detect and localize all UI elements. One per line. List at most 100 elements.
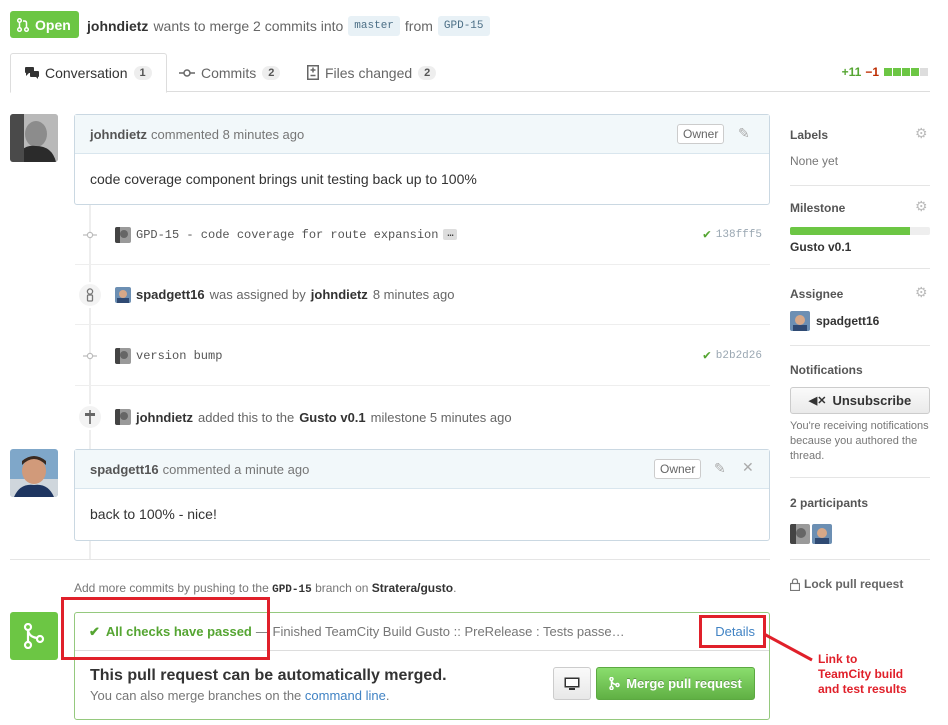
avatar-johndietz-small[interactable] bbox=[115, 226, 131, 243]
tab-conversation[interactable]: Conversation 1 bbox=[10, 53, 167, 93]
commit-sha-area: ✔ 138fff5 bbox=[703, 227, 762, 242]
tab-commits-label: Commits bbox=[201, 64, 257, 81]
timeline-milestone: johndietz added this to the Gusto v0.1 m… bbox=[75, 387, 770, 447]
gear-icon[interactable]: ⚙ bbox=[915, 284, 928, 301]
annotation-box-checks bbox=[61, 597, 270, 660]
diffstat-square bbox=[902, 68, 910, 76]
push-hint-repo[interactable]: Stratera/gusto bbox=[372, 581, 453, 595]
annotation-line-1: Link to bbox=[818, 652, 858, 666]
gear-icon[interactable]: ⚙ bbox=[915, 125, 928, 142]
comment-author[interactable]: johndietz bbox=[90, 127, 147, 142]
owner-badge: Owner bbox=[654, 459, 702, 479]
avatar-spadgett16-small[interactable] bbox=[115, 286, 131, 303]
command-line-link[interactable]: command line bbox=[305, 688, 386, 703]
commit-expand-button[interactable]: … bbox=[443, 229, 458, 240]
avatar-johndietz-small[interactable] bbox=[115, 347, 131, 364]
commit-sha-area: ✔ b2b2d26 bbox=[703, 348, 762, 363]
tab-files-changed[interactable]: Files changed 2 bbox=[293, 53, 450, 92]
annotation-arrow bbox=[763, 632, 813, 662]
push-hint-branch: GPD-15 bbox=[272, 584, 312, 596]
diffstat: +11 −1 bbox=[842, 65, 928, 79]
comment-spadgett16: spadgett16 commented a minute ago Owner … bbox=[74, 449, 770, 541]
annotation-text: Link to TeamCity build and test results bbox=[818, 652, 907, 697]
merge-title: This pull request can be automatically m… bbox=[90, 667, 447, 684]
milestone-suffix: milestone 5 minutes ago bbox=[370, 409, 512, 425]
lock-label: Lock pull request bbox=[804, 577, 904, 591]
commit-sha[interactable]: b2b2d26 bbox=[716, 350, 762, 362]
diffstat-square bbox=[920, 68, 928, 76]
mute-icon: ◀✕ bbox=[808, 395, 827, 407]
pencil-icon[interactable]: ✎ bbox=[714, 460, 726, 477]
tab-conversation-count: 1 bbox=[133, 66, 152, 80]
pr-tabs: Conversation 1 Commits 2 Files changed 2… bbox=[10, 53, 930, 93]
avatar-spadgett16[interactable] bbox=[10, 449, 58, 497]
commit-sha[interactable]: 138fff5 bbox=[716, 229, 762, 241]
commit-info: version bump bbox=[115, 347, 222, 364]
avatar-johndietz[interactable] bbox=[10, 114, 58, 162]
milestone-progress bbox=[790, 227, 930, 235]
assigner-link[interactable]: johndietz bbox=[311, 287, 368, 302]
push-hint: Add more commits by pushing to the GPD-1… bbox=[74, 581, 456, 596]
tab-files-count: 2 bbox=[418, 65, 437, 80]
pr-state-label: Open bbox=[35, 16, 71, 33]
gear-icon[interactable]: ⚙ bbox=[915, 198, 928, 215]
milestone-text: added this to the bbox=[198, 409, 295, 425]
open-in-desktop-button[interactable] bbox=[553, 667, 591, 700]
diffstat-square bbox=[911, 68, 919, 76]
git-commit-icon bbox=[83, 349, 97, 363]
sidebar-divider bbox=[790, 268, 930, 269]
milestone-actor-link[interactable]: johndietz bbox=[136, 410, 193, 425]
avatar-spadgett16-small bbox=[790, 311, 810, 331]
base-branch: master bbox=[348, 16, 400, 36]
tab-commits[interactable]: Commits 2 bbox=[165, 53, 294, 92]
commit-message[interactable]: GPD-15 - code coverage for route expansi… bbox=[136, 228, 438, 242]
push-hint-middle: branch on bbox=[315, 581, 369, 595]
labels-title: Labels bbox=[790, 128, 829, 142]
tab-conversation-label: Conversation bbox=[45, 65, 128, 81]
milestone-value[interactable]: Gusto v0.1 bbox=[790, 240, 930, 254]
notifications-reason: You're receiving notifications because y… bbox=[790, 420, 929, 462]
lock-pull-request-link[interactable]: Lock pull request bbox=[790, 577, 930, 591]
avatar-johndietz-small[interactable] bbox=[790, 524, 810, 544]
merge-pull-request-button[interactable]: Merge pull request bbox=[596, 667, 755, 700]
comment-body: back to 100% - nice! bbox=[90, 506, 217, 522]
assignee-entry[interactable]: spadgett16 bbox=[790, 311, 930, 331]
merge-message: This pull request can be automatically m… bbox=[90, 667, 447, 703]
pencil-icon[interactable]: ✎ bbox=[738, 125, 750, 142]
comment-discussion-icon bbox=[25, 67, 39, 79]
annotation-line-3: and test results bbox=[818, 682, 907, 696]
comment-author[interactable]: spadgett16 bbox=[90, 462, 159, 477]
close-icon[interactable]: ✕ bbox=[742, 459, 754, 476]
assignee-name: spadgett16 bbox=[816, 314, 880, 328]
milestone-link[interactable]: Gusto v0.1 bbox=[299, 410, 365, 425]
timeline-assigned: spadgett16 was assigned by johndietz 8 m… bbox=[75, 265, 770, 325]
milestone-icon bbox=[77, 404, 103, 430]
avatar-johndietz-small[interactable] bbox=[115, 409, 131, 425]
assignee-link[interactable]: spadgett16 bbox=[136, 287, 205, 302]
assign-time[interactable]: 8 minutes ago bbox=[373, 287, 455, 302]
desktop-icon bbox=[564, 677, 580, 690]
tab-files-label: Files changed bbox=[325, 64, 413, 81]
unsubscribe-label: Unsubscribe bbox=[832, 393, 912, 408]
comment-timestamp[interactable]: commented a minute ago bbox=[163, 462, 310, 477]
assignee-title: Assignee bbox=[790, 287, 844, 301]
timeline-commit: GPD-15 - code coverage for route expansi… bbox=[75, 205, 770, 265]
comment-timestamp[interactable]: commented 8 minutes ago bbox=[151, 127, 304, 142]
tab-commits-count: 2 bbox=[262, 65, 281, 80]
avatar-spadgett16-small[interactable] bbox=[812, 524, 832, 544]
sidebar-divider bbox=[790, 345, 930, 346]
diffstat-square bbox=[893, 68, 901, 76]
commit-info: GPD-15 - code coverage for route expansi… bbox=[115, 226, 458, 243]
participants-avatars bbox=[790, 524, 832, 544]
commit-message[interactable]: version bump bbox=[136, 349, 222, 363]
diffstat-bar bbox=[883, 65, 928, 79]
participants-title: 2 participants bbox=[790, 496, 869, 510]
unsubscribe-button[interactable]: ◀✕ Unsubscribe bbox=[790, 387, 930, 414]
git-merge-icon bbox=[23, 623, 45, 649]
sidebar-divider bbox=[790, 477, 930, 478]
git-commit-icon bbox=[83, 228, 97, 242]
sidebar-divider bbox=[790, 185, 930, 186]
pr-author-link[interactable]: johndietz bbox=[87, 18, 148, 34]
comment-johndietz: johndietz commented 8 minutes ago Owner … bbox=[74, 114, 770, 205]
person-icon bbox=[77, 281, 103, 308]
